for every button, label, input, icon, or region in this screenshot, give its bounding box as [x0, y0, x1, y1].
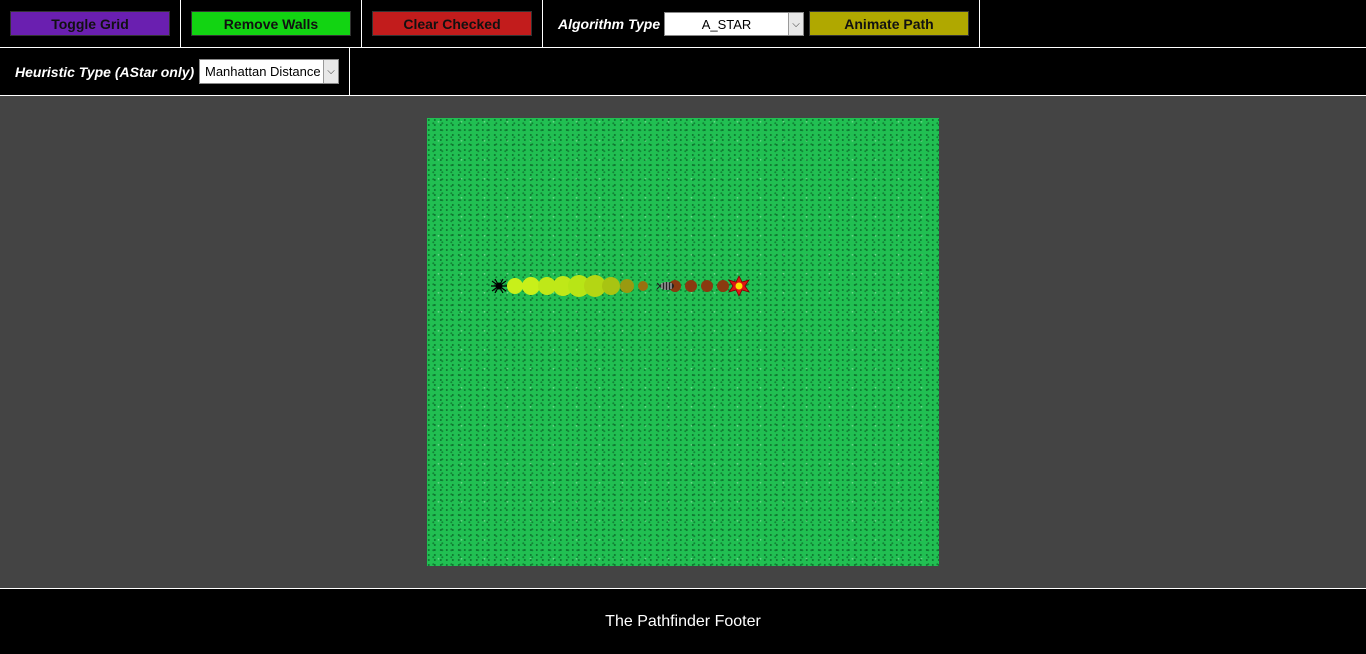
path-node [685, 280, 697, 292]
toolbar-cell-walls: Remove Walls [181, 0, 362, 47]
bug-icon [656, 282, 674, 290]
settings-cell-heuristic: Heuristic Type (AStar only) Manhattan Di… [0, 48, 350, 95]
path-node [701, 280, 713, 292]
path-node [507, 278, 523, 294]
footer: The Pathfinder Footer [0, 588, 1366, 654]
spider-icon[interactable] [491, 278, 507, 294]
remove-walls-button[interactable]: Remove Walls [191, 11, 351, 36]
heuristic-type-label: Heuristic Type (AStar only) [15, 64, 195, 80]
algorithm-type-value: A_STAR [701, 16, 752, 32]
toolbar-cell-algorithm: Algorithm Type A_STAR ⌵ Animate Path [543, 0, 980, 47]
path-node [522, 277, 540, 295]
board-overlay [491, 275, 750, 297]
heuristic-type-value: Manhattan Distance [205, 64, 321, 79]
animate-path-button[interactable]: Animate Path [809, 11, 969, 36]
path-trail [507, 275, 729, 297]
flower-icon[interactable] [728, 275, 750, 297]
path-node [717, 280, 729, 292]
path-node [620, 279, 634, 293]
chevron-down-icon[interactable]: ⌵ [788, 13, 803, 35]
toolbar: Toggle Grid Remove Walls Clear Checked A… [0, 0, 1366, 48]
clear-checked-button[interactable]: Clear Checked [372, 11, 532, 36]
algorithm-type-label: Algorithm Type [558, 16, 661, 32]
toolbar-cell-clear: Clear Checked [362, 0, 543, 47]
settings-bar: Heuristic Type (AStar only) Manhattan Di… [0, 48, 1366, 96]
heuristic-type-select[interactable]: Manhattan Distance ⌵ [199, 59, 339, 84]
path-node [638, 281, 648, 291]
toggle-grid-button[interactable]: Toggle Grid [10, 11, 170, 36]
path-node [602, 277, 620, 295]
algorithm-type-select[interactable]: A_STAR ⌵ [664, 12, 804, 36]
pathfinding-board[interactable] [427, 118, 939, 566]
chevron-down-icon[interactable]: ⌵ [323, 60, 338, 83]
footer-text: The Pathfinder Footer [605, 612, 761, 630]
toolbar-cell-toggle: Toggle Grid [0, 0, 181, 47]
